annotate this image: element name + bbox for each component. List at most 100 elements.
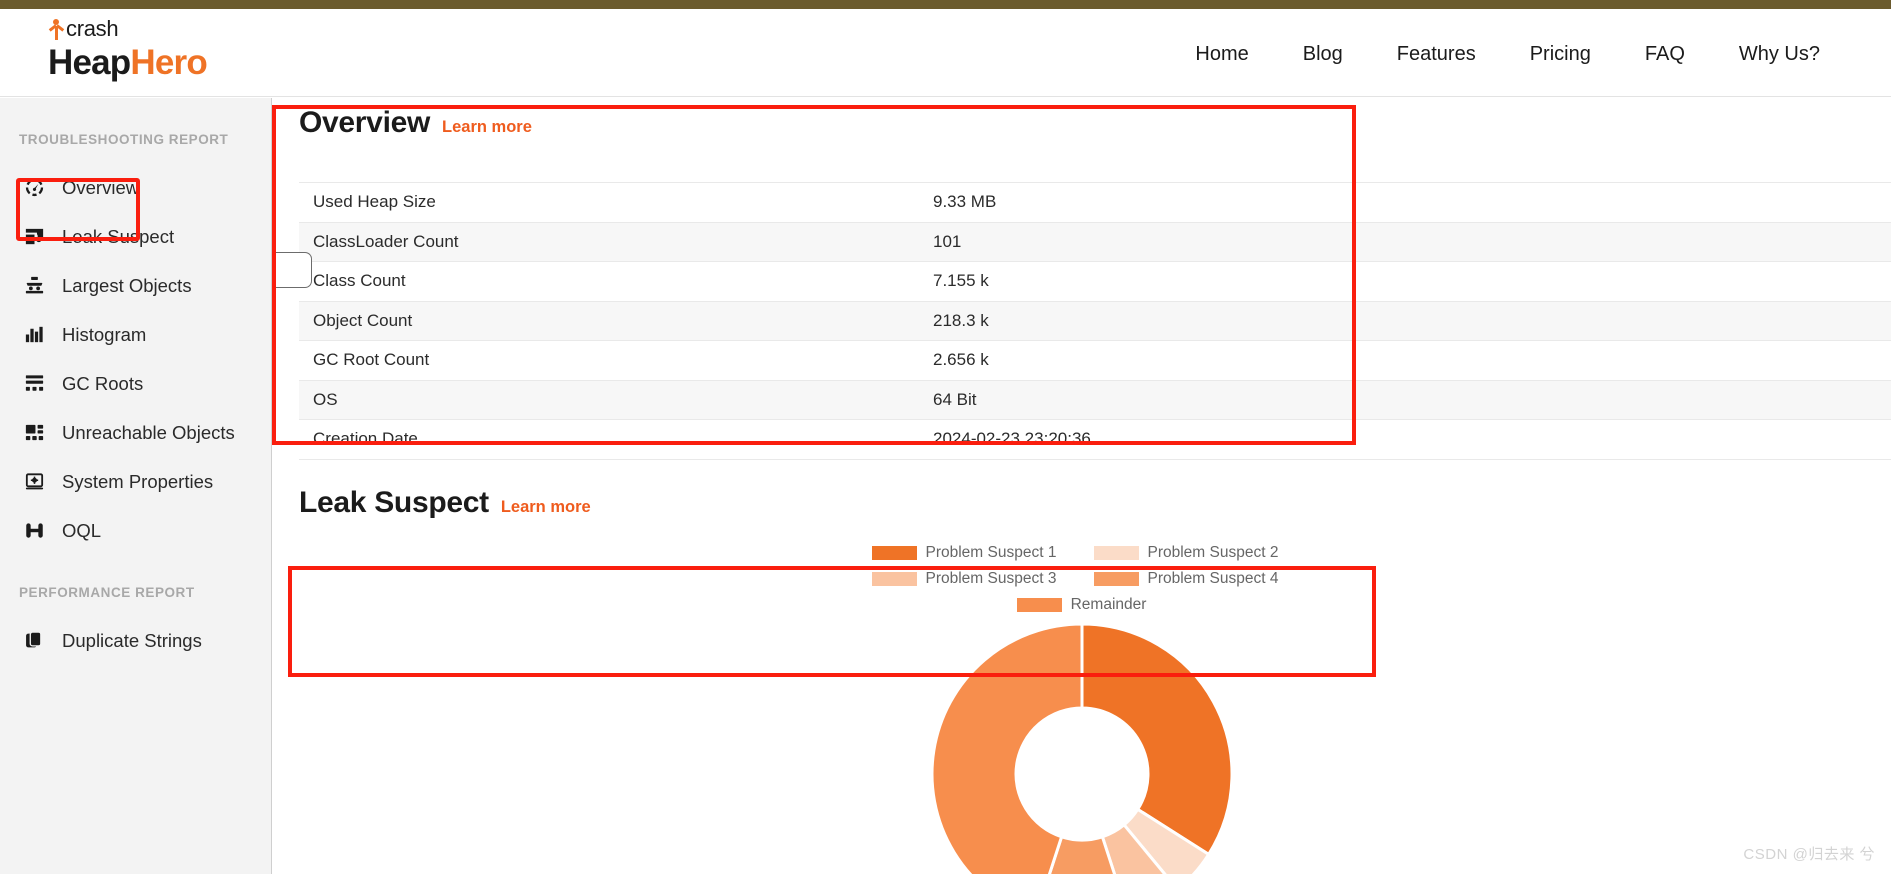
table-cell-key: Object Count: [299, 301, 919, 341]
table-cell-value: 218.3 k: [919, 301, 1891, 341]
legend-item[interactable]: Problem Suspect 4: [1093, 570, 1292, 588]
nav-item-features[interactable]: Features: [1370, 37, 1503, 72]
overview-section: Overview Learn more: [272, 106, 1891, 140]
top-strip: [0, 0, 1891, 9]
copy-icon: [22, 629, 46, 653]
legend-row: Problem Suspect 1 Problem Suspect 2: [272, 544, 1891, 570]
table-cell-value: 64 Bit: [919, 380, 1891, 420]
gauge-icon: [22, 176, 46, 200]
sidebar: TROUBLESHOOTING REPORT Overview Leak Sus…: [0, 98, 272, 874]
table-cell-value: 101: [919, 222, 1891, 262]
sidebar-item-gc-roots[interactable]: GC Roots: [0, 359, 271, 408]
table-cell-key: Used Heap Size: [299, 182, 919, 223]
gc-roots-icon: [22, 372, 46, 396]
sidebar-item-overview[interactable]: Overview: [0, 163, 271, 212]
nav-item-blog[interactable]: Blog: [1276, 37, 1370, 72]
legend-swatch: [1016, 598, 1062, 612]
legend-label: Problem Suspect 1: [925, 544, 1057, 561]
sidebar-item-largest-objects[interactable]: Largest Objects: [0, 261, 271, 310]
table-cell-key: GC Root Count: [299, 340, 919, 381]
table-cell-value: 9.33 MB: [919, 182, 1891, 223]
legend-row: Problem Suspect 3 Problem Suspect 4: [272, 570, 1891, 596]
sidebar-item-label: Overview: [62, 176, 140, 198]
donut-slice[interactable]: [930, 622, 1083, 874]
page-title: Overview: [299, 106, 431, 139]
monitor-gear-icon: [22, 470, 46, 494]
legend-item[interactable]: Problem Suspect 1: [871, 544, 1070, 562]
main-content: Overview Learn more Used Heap Size 9.33 …: [272, 98, 1891, 874]
sidebar-item-leak-suspect[interactable]: Leak Suspect: [0, 212, 271, 261]
sidebar-item-histogram[interactable]: Histogram: [0, 310, 271, 359]
legend-swatch: [871, 546, 917, 560]
blocks-icon: [22, 421, 46, 445]
table-cell-key: Class Count: [299, 261, 919, 302]
ycrash-wordmark: crash: [48, 15, 207, 41]
sidebar-item-label: Leak Suspect: [62, 225, 175, 247]
brand-heap: Heap: [48, 43, 131, 82]
table-row: Used Heap Size 9.33 MB: [299, 182, 1891, 223]
table-row: GC Root Count 2.656 k: [299, 340, 1891, 381]
leak-suspect-header: Leak Suspect Learn more: [272, 486, 1891, 520]
ycrash-text: crash: [66, 16, 119, 41]
legend-item[interactable]: Problem Suspect 2: [1093, 544, 1292, 562]
leak-drop-icon: [22, 225, 46, 249]
app-root: crash HeapHero Home Blog Features Pricin…: [0, 0, 1891, 874]
brand-hero: Hero: [130, 43, 207, 82]
table-cell-key: OS: [299, 380, 919, 420]
legend-label: Remainder: [1070, 596, 1147, 613]
sidebar-item-label: Histogram: [62, 323, 147, 345]
heaphero-wordmark: HeapHero: [48, 42, 208, 84]
legend-swatch: [1093, 572, 1139, 586]
overview-table: Used Heap Size 9.33 MB ClassLoader Count…: [299, 182, 1891, 460]
sidebar-item-label: Duplicate Strings: [62, 629, 202, 651]
sidebar-item-label: OQL: [62, 519, 102, 541]
table-row: Class Count 7.155 k: [299, 261, 1891, 302]
legend-item[interactable]: Remainder: [1016, 596, 1147, 614]
overview-header: Overview Learn more: [272, 106, 1891, 140]
ycrash-person-icon: [48, 17, 65, 41]
sidebar-item-oql[interactable]: OQL: [0, 506, 271, 555]
site-header: crash HeapHero Home Blog Features Pricin…: [0, 9, 1891, 97]
collapsed-panel-handle[interactable]: [272, 252, 312, 288]
leak-suspect-title: Leak Suspect: [299, 486, 489, 519]
sidebar-item-system-properties[interactable]: System Properties: [0, 457, 271, 506]
sidebar-item-label: Unreachable Objects: [62, 421, 235, 443]
donut-svg: [930, 622, 1233, 874]
nav-item-pricing[interactable]: Pricing: [1503, 37, 1618, 72]
sidebar-section-troubleshooting-title: TROUBLESHOOTING REPORT: [19, 132, 229, 147]
legend-item[interactable]: Problem Suspect 3: [871, 570, 1070, 588]
table-row: Object Count 218.3 k: [299, 301, 1891, 341]
nav-item-why-us[interactable]: Why Us?: [1712, 37, 1847, 72]
table-row: ClassLoader Count 101: [299, 222, 1891, 262]
sidebar-item-duplicate-strings[interactable]: Duplicate Strings: [0, 616, 271, 665]
sidebar-item-label: Largest Objects: [62, 274, 192, 296]
table-cell-key: Creation Date: [299, 419, 919, 460]
chart-legend: Problem Suspect 1 Problem Suspect 2 Prob…: [272, 544, 1891, 614]
bar-chart-icon: [22, 323, 46, 347]
table-row: OS 64 Bit: [299, 380, 1891, 420]
leak-suspect-donut-chart[interactable]: [272, 614, 1891, 874]
legend-label: Problem Suspect 4: [1147, 570, 1279, 587]
table-cell-value: 2024-02-23 23:20:36: [919, 419, 1891, 460]
largest-objects-icon: [22, 274, 46, 298]
leak-suspect-section: Leak Suspect Learn more Problem Suspect …: [272, 486, 1891, 874]
overview-learn-more-link[interactable]: Learn more: [442, 118, 532, 137]
legend-label: Problem Suspect 3: [925, 570, 1057, 587]
sidebar-item-unreachable-objects[interactable]: Unreachable Objects: [0, 408, 271, 457]
legend-label: Problem Suspect 2: [1147, 544, 1279, 561]
main-navigation: Home Blog Features Pricing FAQ Why Us?: [1168, 37, 1847, 72]
donut-slice[interactable]: [1080, 622, 1233, 857]
nav-item-home[interactable]: Home: [1168, 37, 1275, 72]
sidebar-section-performance-title: PERFORMANCE REPORT: [19, 585, 195, 600]
leak-suspect-learn-more-link[interactable]: Learn more: [501, 498, 591, 517]
table-cell-value: 2.656 k: [919, 340, 1891, 381]
sidebar-item-label: GC Roots: [62, 372, 144, 394]
sidebar-item-label: System Properties: [62, 470, 214, 492]
oql-icon: [22, 519, 46, 543]
legend-swatch: [1093, 546, 1139, 560]
watermark-text: CSDN @归去来 兮: [1743, 846, 1875, 863]
brand-logo[interactable]: crash HeapHero: [48, 15, 208, 84]
legend-swatch: [871, 572, 917, 586]
legend-row: Remainder: [272, 596, 1891, 614]
nav-item-faq[interactable]: FAQ: [1618, 37, 1712, 72]
